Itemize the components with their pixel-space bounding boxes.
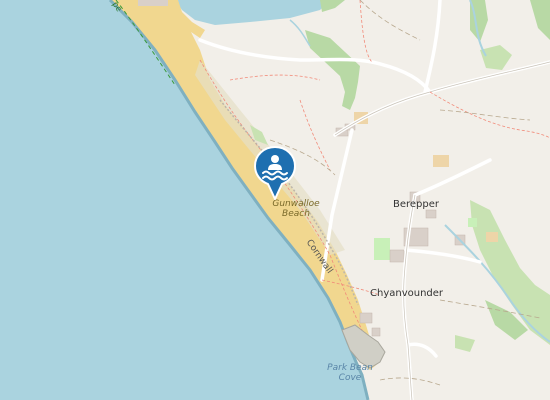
farmyard-3 xyxy=(486,232,498,242)
poi-label-line-1: Gunwalloe xyxy=(272,199,320,209)
swimming-marker[interactable] xyxy=(254,146,296,200)
farmyard-1 xyxy=(433,155,449,167)
cove-label-line-2: Cove xyxy=(338,373,362,383)
poi-label-line-2: Beach xyxy=(282,209,310,219)
map-view[interactable]: pe Cornwall Berepper Chyanvounder Gunwal… xyxy=(0,0,550,400)
building-cluster xyxy=(138,0,168,6)
cove-label-line-1: Park Bean xyxy=(327,363,373,373)
place-label-berepper: Berepper xyxy=(393,199,440,210)
poi-label-park-bean-cove: Park Bean Cove xyxy=(322,363,378,383)
recreation-ground xyxy=(374,238,390,260)
small-green xyxy=(468,218,477,227)
place-label-chyanvounder: Chyanvounder xyxy=(370,288,444,299)
poi-label-gunwalloe-beach: Gunwalloe Beach xyxy=(271,199,321,219)
swimming-icon xyxy=(254,146,296,200)
